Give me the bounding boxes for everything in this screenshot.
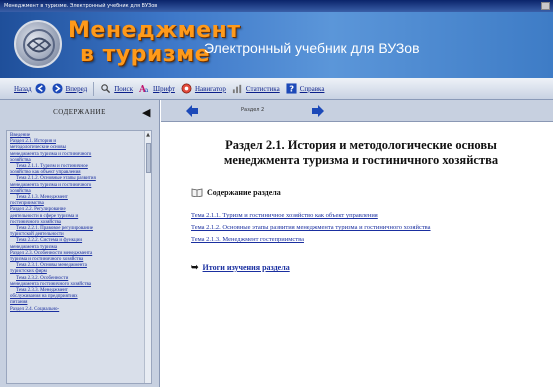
topic-link[interactable]: Тема 2.1.1. Туризм и гостиничное хозяйст… xyxy=(191,210,431,222)
font-button[interactable]: Aa Шрифт xyxy=(139,83,175,94)
back-button[interactable]: Назад xyxy=(14,83,46,94)
toolbar-item-label: Поиск xyxy=(114,84,134,93)
pointing-hand-icon: ➥ xyxy=(191,262,199,272)
toolbar-item-label: Статистика xyxy=(245,84,280,93)
toolbar-item-label: Навигатор xyxy=(194,84,226,93)
page-title-line1: Раздел 2.1. История и методологические о… xyxy=(225,138,497,152)
toolbar-item-label: Шрифт xyxy=(153,84,175,93)
navigator-button[interactable]: Навигатор xyxy=(181,83,226,94)
section-results: ➥ Итоги изучения раздела xyxy=(191,262,290,273)
section-contents-heading: Содержание раздела xyxy=(191,188,281,197)
font-icon: Aa xyxy=(139,84,149,94)
collapse-sidebar-icon[interactable]: ◀ xyxy=(142,106,151,119)
toolbar-separator xyxy=(93,81,95,96)
topic-link[interactable]: Тема 2.1.3. Менеджмент гостеприимства xyxy=(191,234,431,246)
topic-link[interactable]: Тема 2.1.2. Основные этапы развития мене… xyxy=(191,222,431,234)
contents-list: Введение Раздел 2.1. История и методологич… xyxy=(6,130,152,384)
sidebar-title: СОДЕРЖАНИЕ xyxy=(53,108,106,116)
svg-text:?: ? xyxy=(289,84,294,94)
topic-links: Тема 2.1.1. Туризм и гостиничное хозяйст… xyxy=(191,210,431,246)
search-icon xyxy=(101,84,111,94)
content-area: Раздел 2.1. История и методологические о… xyxy=(161,122,553,387)
help-button[interactable]: ? Справка xyxy=(286,83,325,94)
sidebar-scrollbar[interactable]: ▲ xyxy=(144,131,151,383)
section-contents-label: Содержание раздела xyxy=(207,188,281,197)
navigator-icon xyxy=(181,83,192,94)
section-nav: Раздел 2 xyxy=(161,100,553,122)
section-results-link[interactable]: Итоги изучения раздела xyxy=(203,263,290,272)
main-content: Раздел 2 Раздел 2.1. История и методолог… xyxy=(161,100,553,387)
next-section-icon[interactable] xyxy=(311,104,325,118)
statistics-icon xyxy=(232,84,242,94)
toolbar-item-label: Справка xyxy=(299,84,325,93)
header-banner: Менеджмент в туризме Электронный учебник… xyxy=(0,12,553,78)
scroll-up-icon[interactable]: ▲ xyxy=(145,131,151,139)
book-icon xyxy=(191,188,203,197)
search-button[interactable]: Поиск xyxy=(100,83,133,94)
toolbar: Назад Вперед Поиск Aa Шрифт Навигатор Ст… xyxy=(0,78,553,100)
scroll-thumb[interactable] xyxy=(146,143,151,173)
contents-sidebar: СОДЕРЖАНИЕ ◀ Введение Раздел 2.1. История… xyxy=(0,100,160,387)
forward-button[interactable]: Вперед xyxy=(52,83,88,94)
page-title: Раздел 2.1. История и методологические о… xyxy=(191,138,531,168)
help-icon: ? xyxy=(286,83,297,94)
sidebar-item[interactable]: Раздел 2.4. Социально- xyxy=(10,307,141,313)
page-title-line2: менеджмента туризма и гостиничного хозяй… xyxy=(223,153,499,167)
brand-title-line2: в туризме xyxy=(80,42,211,67)
section-nav-label: Раздел 2 xyxy=(241,107,265,113)
statistics-button[interactable]: Статистика xyxy=(232,83,280,94)
banner-subtitle: Электронный учебник для ВУЗов xyxy=(204,40,420,56)
window-title: Менеджмент в туризме. Электронный учебни… xyxy=(4,3,158,9)
svg-text:a: a xyxy=(145,86,149,94)
logo-icon xyxy=(14,20,62,68)
toolbar-item-label: Вперед xyxy=(65,84,88,93)
previous-section-icon[interactable] xyxy=(185,104,199,118)
window-close-button[interactable] xyxy=(541,2,550,10)
sidebar-header: СОДЕРЖАНИЕ ◀ xyxy=(0,100,159,124)
arrow-left-icon xyxy=(35,83,46,94)
window-title-bar: Менеджмент в туризме. Электронный учебни… xyxy=(0,0,553,12)
toolbar-item-label: Назад xyxy=(14,84,32,93)
arrow-right-icon xyxy=(52,83,63,94)
